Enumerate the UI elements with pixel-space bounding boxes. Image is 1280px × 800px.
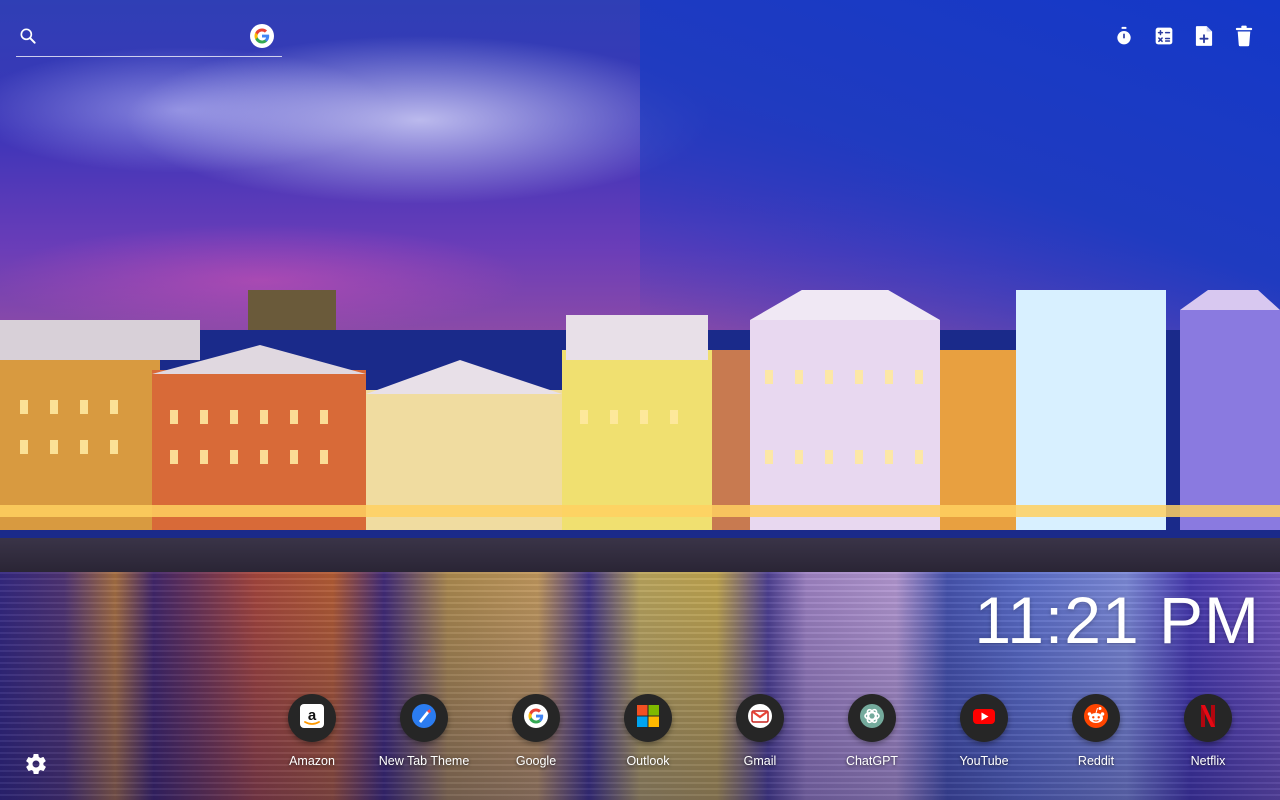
wallpaper-cityscape (0, 290, 1280, 530)
shortcut-youtube-tile (960, 694, 1008, 742)
shortcut-label: Outlook (626, 754, 670, 768)
shortcut-youtube[interactable]: YouTube (928, 694, 1040, 768)
search-bar[interactable] (16, 22, 282, 57)
new-tab-theme-icon (411, 703, 437, 734)
clock-time: 11:21 PM (974, 583, 1260, 657)
shortcut-label: Google (515, 754, 557, 768)
shortcut-bar: a Amazon New Tab Theme Google Outlook Gm… (256, 694, 1264, 774)
shortcut-label: Reddit (1077, 754, 1115, 768)
calculator-icon[interactable] (1152, 24, 1176, 48)
outlook-icon (636, 704, 660, 733)
search-input[interactable] (46, 26, 250, 50)
wallpaper-background (0, 0, 1280, 800)
shortcut-label: Netflix (1190, 754, 1226, 768)
shortcut-label: YouTube (959, 754, 1009, 768)
shortcut-outlook[interactable]: Outlook (592, 694, 704, 768)
shortcut-chatgpt-tile (848, 694, 896, 742)
amazon-icon: a (299, 703, 325, 734)
shortcut-amazon[interactable]: a Amazon (256, 694, 368, 768)
trash-icon[interactable] (1232, 24, 1256, 48)
wallpaper-sky-right (640, 0, 1280, 330)
netflix-icon (1197, 703, 1219, 734)
new-note-icon[interactable] (1192, 24, 1216, 48)
shortcut-label: Amazon (289, 754, 335, 768)
shortcut-chatgpt[interactable]: ChatGPT (816, 694, 928, 768)
shortcut-label: New Tab Theme (378, 754, 470, 768)
shortcut-outlook-tile (624, 694, 672, 742)
shortcut-label: ChatGPT (845, 754, 899, 768)
svg-text:a: a (308, 707, 317, 724)
shortcut-google[interactable]: Google (480, 694, 592, 768)
google-icon (523, 703, 549, 734)
shortcut-google-tile (512, 694, 560, 742)
gear-icon[interactable] (24, 752, 48, 776)
shortcut-label: Gmail (743, 754, 777, 768)
shortcut-reddit-tile (1072, 694, 1120, 742)
wallpaper-quay (0, 538, 1280, 572)
gmail-icon (747, 703, 773, 734)
shortcut-netflix-tile (1184, 694, 1232, 742)
shortcut-amazon-tile: a (288, 694, 336, 742)
shortcut-netflix[interactable]: Netflix (1152, 694, 1264, 768)
timer-icon[interactable] (1112, 24, 1136, 48)
shortcut-gmail-tile (736, 694, 784, 742)
search-icon[interactable] (18, 26, 38, 46)
youtube-icon (971, 703, 997, 734)
shortcut-new-tab-theme-tile (400, 694, 448, 742)
shortcut-new-tab-theme[interactable]: New Tab Theme (368, 694, 480, 768)
chatgpt-icon (859, 703, 885, 734)
shortcut-gmail[interactable]: Gmail (704, 694, 816, 768)
google-g-icon[interactable] (250, 24, 274, 48)
shortcut-reddit[interactable]: Reddit (1040, 694, 1152, 768)
reddit-icon (1083, 703, 1109, 734)
top-toolbar (1112, 24, 1256, 48)
